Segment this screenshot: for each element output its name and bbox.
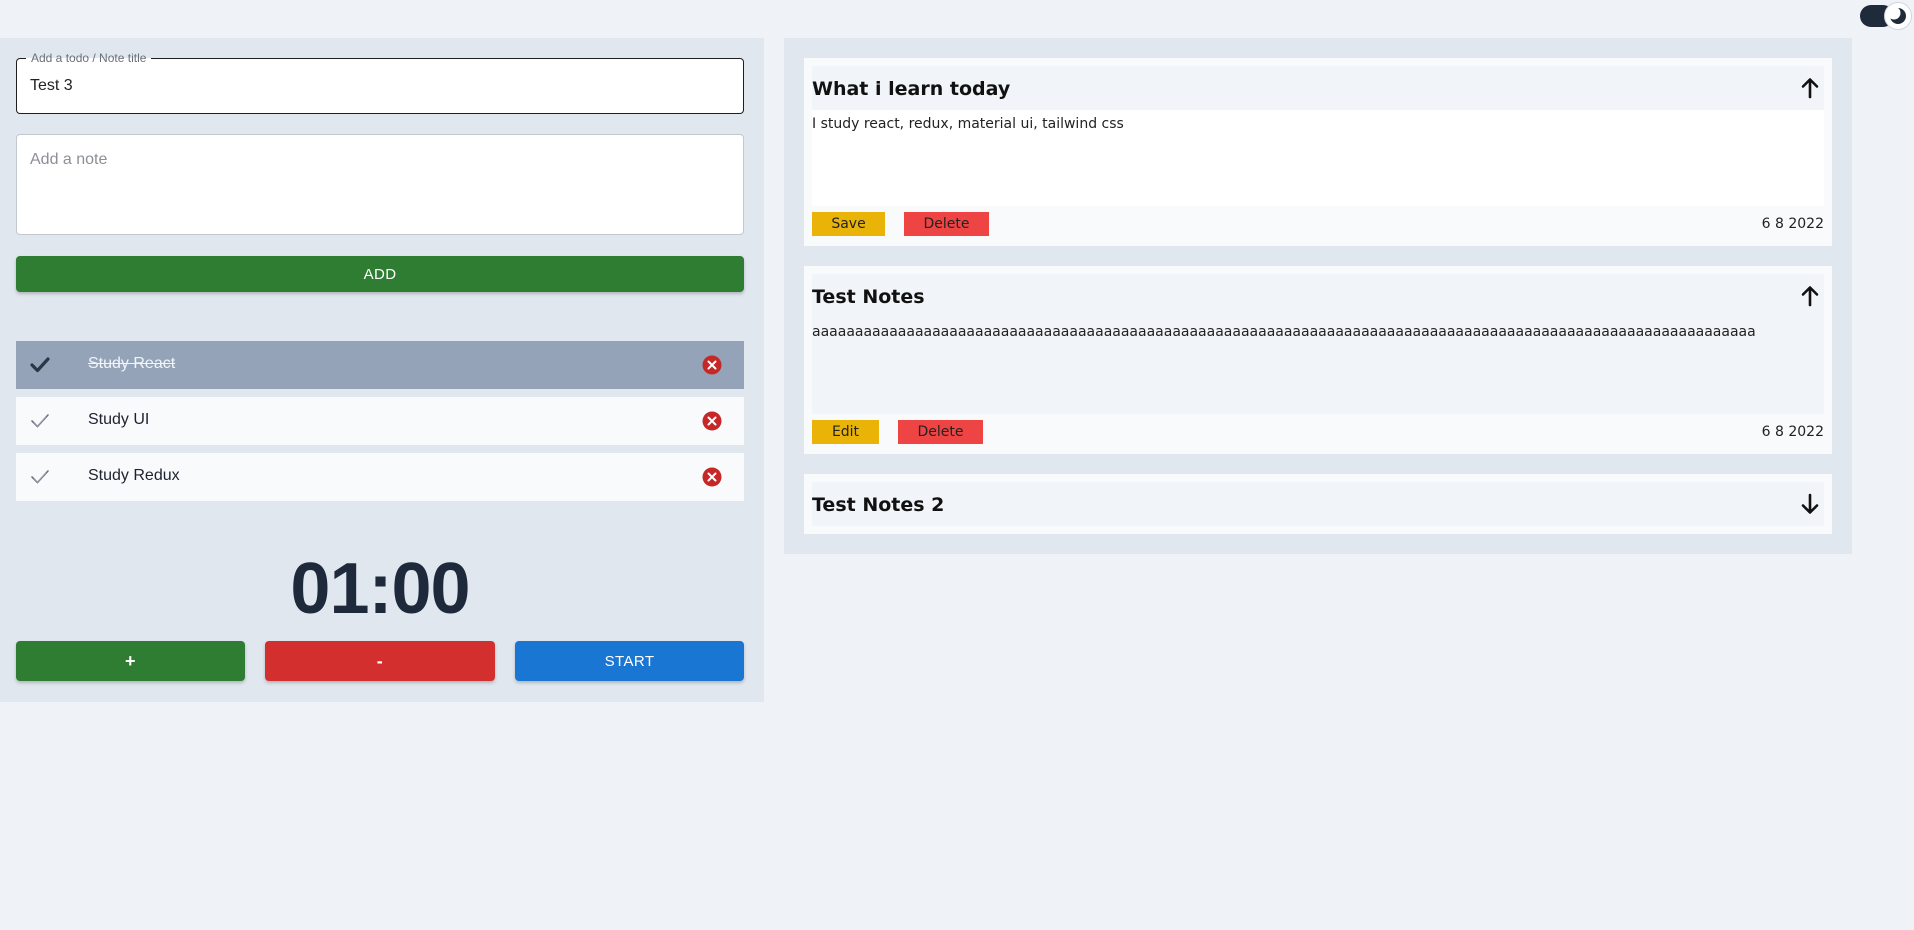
todo-item[interactable]: Study React: [16, 341, 744, 389]
note-title: Test Notes 2: [812, 494, 945, 516]
add-button[interactable]: ADD: [16, 256, 744, 292]
todo-label: Study React: [88, 355, 176, 372]
remove-icon[interactable]: [702, 467, 722, 487]
arrow-up-icon[interactable]: [1800, 285, 1820, 307]
arrow-up-icon[interactable]: [1800, 77, 1820, 99]
title-input[interactable]: [30, 75, 730, 97]
note-input[interactable]: [30, 151, 730, 221]
note-header[interactable]: Test Notes 2: [812, 482, 1824, 526]
note-date: 6 8 2022: [1761, 424, 1824, 440]
remove-icon[interactable]: [702, 411, 722, 431]
note-header[interactable]: What i learn today: [812, 66, 1824, 110]
todo-label: Study Redux: [88, 467, 180, 484]
edit-button[interactable]: Edit: [812, 420, 879, 444]
save-button[interactable]: Save: [812, 212, 885, 236]
todo-item[interactable]: Study UI: [16, 397, 744, 445]
start-button[interactable]: START: [515, 641, 744, 681]
note-body[interactable]: I study react, redux, material ui, tailw…: [812, 110, 1824, 206]
arrow-down-icon[interactable]: [1800, 493, 1820, 515]
delete-button[interactable]: Delete: [904, 212, 989, 236]
note-date: 6 8 2022: [1761, 216, 1824, 232]
remove-icon[interactable]: [702, 355, 722, 375]
note-footer: Save Delete 6 8 2022: [812, 212, 1824, 236]
notes-panel: What i learn today I study react, redux,…: [784, 38, 1852, 554]
note-body: aaaaaaaaaaaaaaaaaaaaaaaaaaaaaaaaaaaaaaaa…: [812, 318, 1824, 414]
note-field[interactable]: [16, 134, 744, 235]
todo-item[interactable]: Study Redux: [16, 453, 744, 501]
note-header[interactable]: Test Notes: [812, 274, 1824, 318]
title-field-label: Add a todo / Note title: [26, 51, 152, 65]
note-card-collapsed: Test Notes 2: [804, 474, 1832, 534]
title-field[interactable]: Add a todo / Note title: [16, 51, 744, 114]
check-icon[interactable]: [30, 356, 50, 374]
note-card: Test Notes aaaaaaaaaaaaaaaaaaaaaaaaaaaaa…: [804, 266, 1832, 454]
todo-label: Study UI: [88, 411, 150, 428]
check-outline-icon[interactable]: [30, 412, 50, 430]
note-card: What i learn today I study react, redux,…: [804, 58, 1832, 246]
note-footer: Edit Delete 6 8 2022: [812, 420, 1824, 444]
delete-button[interactable]: Delete: [898, 420, 983, 444]
todo-panel: Add a todo / Note title ADD Study React: [0, 38, 764, 702]
theme-toggle[interactable]: [1860, 2, 1912, 30]
moon-icon: [1884, 2, 1912, 30]
note-title: What i learn today: [812, 78, 1011, 100]
decrease-time-button[interactable]: -: [265, 641, 495, 681]
increase-time-button[interactable]: +: [16, 641, 245, 681]
check-outline-icon[interactable]: [30, 468, 50, 486]
note-title: Test Notes: [812, 286, 925, 308]
timer-display: 01:00: [290, 549, 470, 629]
